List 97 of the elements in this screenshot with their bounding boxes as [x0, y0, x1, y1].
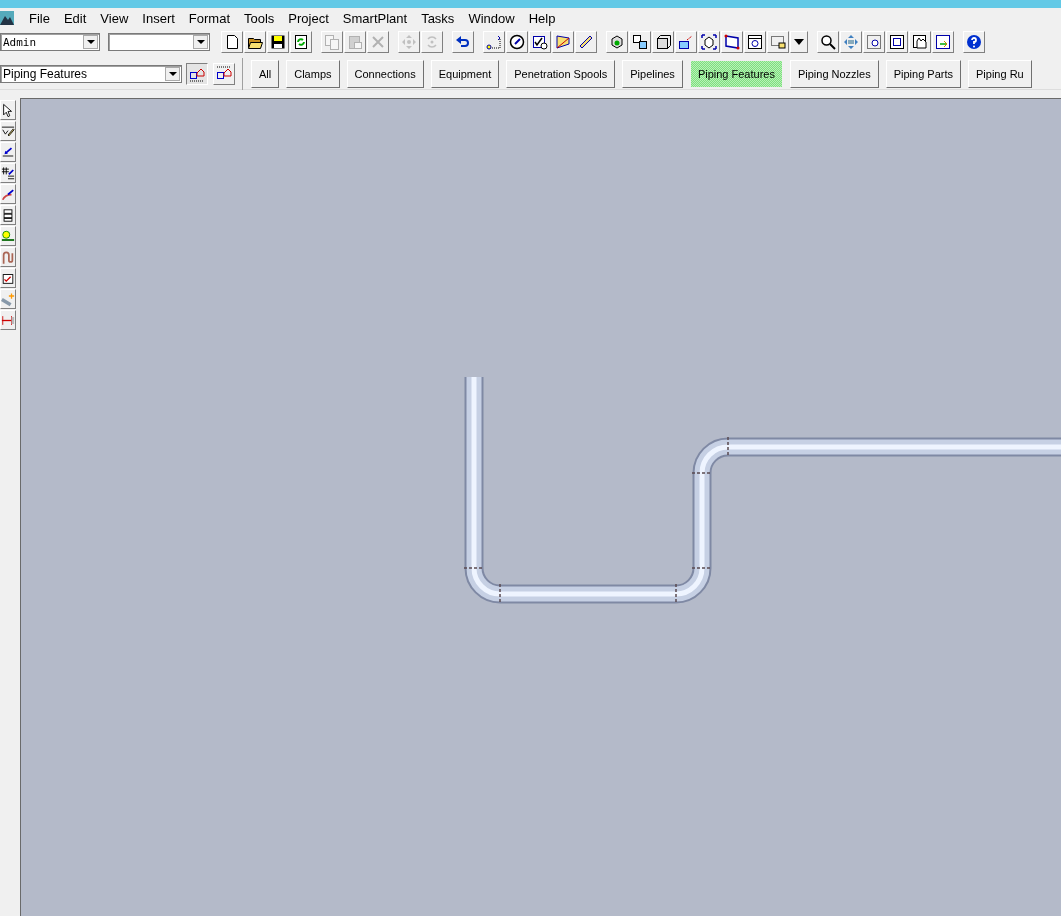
box-frame-icon — [655, 34, 671, 50]
side-toolbar-button[interactable] — [0, 163, 16, 183]
move-icon — [401, 34, 417, 50]
toolbar-button[interactable] — [452, 31, 474, 53]
pointer-icon — [1, 102, 15, 118]
toolbar-button[interactable] — [886, 31, 908, 53]
menu-item[interactable]: Project — [281, 10, 336, 26]
tab[interactable]: Pipelines — [622, 60, 683, 88]
toolbar-button[interactable] — [244, 31, 266, 53]
filter-button[interactable] — [186, 63, 208, 85]
selection-box-icon — [770, 34, 786, 50]
select-shapes-icon — [189, 66, 205, 82]
gauge-icon — [509, 34, 525, 50]
toolbar-button[interactable] — [506, 31, 528, 53]
caret-icon — [794, 39, 804, 45]
menu-item[interactable]: SmartPlant — [335, 10, 415, 26]
cube-icon — [609, 34, 625, 50]
toolbar-button[interactable] — [909, 31, 931, 53]
tab[interactable]: Piping Nozzles — [789, 60, 879, 88]
menu-item[interactable]: Format — [181, 10, 237, 26]
side-toolbar-button[interactable] — [0, 184, 16, 204]
side-toolbar-button[interactable] — [0, 142, 16, 162]
frame-select-icon — [701, 34, 717, 50]
tab[interactable]: Connections — [346, 60, 424, 88]
toolbar-button[interactable] — [963, 31, 985, 53]
fit-view-icon — [889, 34, 905, 50]
toolbar-button[interactable] — [552, 31, 574, 53]
menu-item[interactable]: File — [22, 10, 57, 26]
new-file-icon — [224, 34, 240, 50]
menu-item[interactable]: Window — [461, 10, 522, 26]
paste-icon — [347, 34, 363, 50]
tab[interactable]: Piping Ru — [968, 60, 1032, 88]
ruler-icon — [578, 34, 594, 50]
plane-icon — [724, 34, 740, 50]
toolbar-button[interactable] — [575, 31, 597, 53]
side-toolbar-button[interactable] — [0, 205, 16, 225]
toolbar-button[interactable] — [221, 31, 243, 53]
toolbar-button[interactable] — [267, 31, 289, 53]
tab[interactable]: Penetration Spools — [506, 60, 616, 88]
copy-icon — [324, 34, 340, 50]
toolbar-button[interactable] — [483, 31, 505, 53]
search-icon — [820, 34, 836, 50]
side-toolbar-button[interactable] — [0, 100, 16, 120]
toolbar-button[interactable] — [629, 31, 651, 53]
toolbar-button[interactable] — [932, 31, 954, 53]
hand-icon — [912, 34, 928, 50]
caret-icon — [168, 72, 177, 76]
menu-item[interactable]: Tools — [237, 10, 282, 26]
stack-icon — [1, 207, 15, 223]
tab[interactable]: Piping Features — [689, 60, 783, 88]
side-toolbar-button[interactable] — [0, 268, 16, 288]
menu-item[interactable]: View — [93, 10, 136, 26]
tab[interactable]: Clamps — [286, 60, 340, 88]
checklist-icon — [532, 34, 548, 50]
caret-icon — [196, 40, 205, 44]
toolbar-button[interactable] — [817, 31, 839, 53]
menu-item[interactable]: Tasks — [414, 10, 462, 26]
toolbar-button[interactable] — [606, 31, 628, 53]
spark-pipe-icon — [1, 291, 15, 307]
toolbar-button[interactable] — [529, 31, 551, 53]
pan-icon — [843, 34, 859, 50]
toolbar-button[interactable] — [652, 31, 674, 53]
route-icon — [1, 249, 15, 265]
select-shapes-icon — [216, 66, 232, 82]
tab[interactable]: All — [251, 60, 280, 88]
box-arrow-icon — [678, 34, 694, 50]
filter-combo[interactable]: Piping Features — [0, 65, 182, 83]
rotate-icon — [424, 34, 440, 50]
delete-icon — [370, 34, 386, 50]
caret-icon — [86, 40, 95, 44]
dropdown-button[interactable] — [790, 31, 808, 53]
toolbar-button[interactable] — [290, 31, 312, 53]
app-icon[interactable] — [0, 11, 14, 25]
refresh-icon — [293, 34, 309, 50]
cubes-icon — [632, 34, 648, 50]
menu-item[interactable]: Edit — [56, 10, 94, 26]
dropdown-field[interactable] — [108, 33, 210, 51]
tab[interactable]: Equipment — [430, 60, 500, 88]
undo-icon — [455, 34, 471, 50]
menu-item[interactable]: Help — [521, 10, 563, 26]
grid-arrow-icon — [1, 165, 15, 181]
toolbar-button[interactable] — [698, 31, 720, 53]
surface-icon — [555, 34, 571, 50]
menu-item[interactable]: Insert — [135, 10, 182, 26]
valve-icon — [1, 228, 15, 244]
toolbar-button[interactable] — [675, 31, 697, 53]
toolbar-button[interactable] — [744, 31, 766, 53]
help-icon — [966, 34, 982, 50]
side-toolbar-button[interactable] — [0, 121, 16, 141]
toolbar-button[interactable] — [721, 31, 743, 53]
zoom-area-icon — [866, 34, 882, 50]
toolbar-button[interactable] — [863, 31, 885, 53]
tab[interactable]: Piping Parts — [885, 60, 961, 88]
window-icon — [747, 34, 763, 50]
coordinate-icon — [486, 34, 502, 50]
pencil-icon — [1, 123, 15, 139]
user-combo[interactable]: Admin — [0, 33, 100, 51]
